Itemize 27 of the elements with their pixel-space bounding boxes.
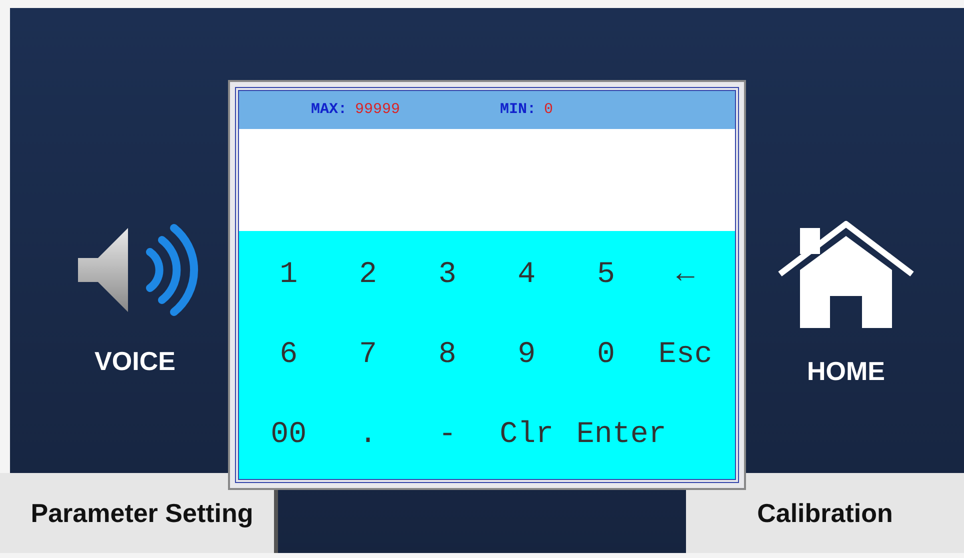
keypad-key[interactable]: 3	[408, 235, 487, 315]
keypad-key[interactable]: 9	[487, 315, 566, 395]
home-icon	[776, 220, 916, 330]
min-value: 0	[544, 100, 554, 120]
keypad-key[interactable]: 1	[249, 235, 328, 315]
parameter-setting-button[interactable]: Parameter Setting	[0, 473, 278, 553]
keypad-key[interactable]: -	[408, 395, 487, 475]
keypad-key[interactable]: 5	[566, 235, 646, 315]
button-label[interactable]: HOME	[807, 352, 885, 391]
keypad-key[interactable]: 7	[328, 315, 408, 395]
max-label: MAX:	[311, 100, 348, 120]
keypad-key[interactable]: 4	[487, 235, 566, 315]
keypad-key[interactable]: Enter	[566, 395, 725, 475]
keypad-key[interactable]: Clr	[487, 395, 566, 475]
button-label[interactable]: VOICE	[94, 342, 176, 381]
keypad-key[interactable]: 0	[566, 315, 646, 395]
keypad-key[interactable]: 00	[249, 395, 328, 475]
keypad-key[interactable]: 6	[249, 315, 328, 395]
input-field[interactable]	[239, 129, 735, 231]
keypad-key[interactable]: Esc	[646, 315, 725, 395]
keypad-key[interactable]: .	[328, 395, 408, 475]
min-label: MIN:	[500, 100, 536, 120]
calibration-button[interactable]: Calibration	[686, 473, 964, 553]
keypad-key[interactable]: ←	[646, 235, 725, 315]
keypad-key[interactable]: 8	[408, 315, 487, 395]
max-value: 99999	[355, 100, 400, 120]
keypad-key[interactable]: 2	[328, 235, 408, 315]
